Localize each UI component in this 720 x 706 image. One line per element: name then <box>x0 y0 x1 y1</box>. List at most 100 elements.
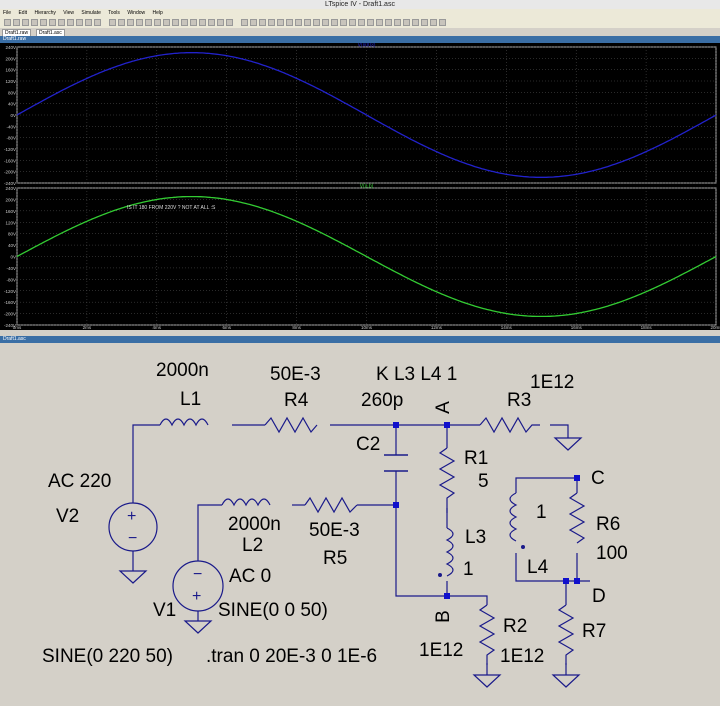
r5-value[interactable]: 50E-3 <box>309 521 360 540</box>
toolbar-button[interactable] <box>286 19 293 26</box>
waveform-viewer[interactable]: 240V 200V 160V 120V 80V 40V 0V -40V -80V -120V -16… <box>0 43 720 330</box>
toolbar-button[interactable] <box>181 19 188 26</box>
r4-value[interactable]: 50E-3 <box>270 365 321 384</box>
toolbar-button[interactable] <box>109 19 116 26</box>
c2-value[interactable]: 260p <box>361 391 403 410</box>
r4-name[interactable]: R4 <box>284 391 308 410</box>
toolbar-button[interactable] <box>145 19 152 26</box>
toolbar-button[interactable] <box>94 19 101 26</box>
menu-hierarchy[interactable]: Hierarchy <box>34 10 55 16</box>
node-d-label[interactable]: D <box>592 587 606 606</box>
menu-file[interactable]: File <box>3 10 11 16</box>
l2-value[interactable]: 2000n <box>228 515 281 534</box>
toolbar-button[interactable] <box>322 19 329 26</box>
toolbar-button[interactable] <box>76 19 83 26</box>
toolbar-button[interactable] <box>331 19 338 26</box>
menu-tools[interactable]: Tools <box>108 10 120 16</box>
toolbar-button[interactable] <box>259 19 266 26</box>
r3-value[interactable]: 1E12 <box>530 373 574 392</box>
menu-simulate[interactable]: Simulate <box>81 10 100 16</box>
toolbar-button[interactable] <box>154 19 161 26</box>
toolbar-button[interactable] <box>241 19 248 26</box>
toolbar-button[interactable] <box>430 19 437 26</box>
toolbar-button[interactable] <box>49 19 56 26</box>
waveform-pane[interactable]: 240V 200V 160V 120V 80V 40V 0V -40V -80V -120V -16… <box>4 184 717 329</box>
l4-value[interactable]: 1 <box>536 503 547 522</box>
v1-name[interactable]: V1 <box>153 601 176 620</box>
toolbar-button[interactable] <box>403 19 410 26</box>
r3-name[interactable]: R3 <box>507 391 531 410</box>
r5-name[interactable]: R5 <box>323 549 347 568</box>
waveform-pane[interactable]: 240V 200V 160V 120V 80V 40V 0V -40V -80V -120V -16… <box>4 43 717 186</box>
toolbar-button[interactable] <box>13 19 20 26</box>
toolbar-button[interactable] <box>439 19 446 26</box>
toolbar-button[interactable] <box>67 19 74 26</box>
v1-sine[interactable]: SINE(0 0 50) <box>218 601 328 620</box>
toolbar-button[interactable] <box>40 19 47 26</box>
c2-name[interactable]: C2 <box>356 435 380 454</box>
toolbar-button[interactable] <box>58 19 65 26</box>
toolbar-button[interactable] <box>349 19 356 26</box>
r7-name[interactable]: R7 <box>582 622 606 641</box>
r6-name[interactable]: R6 <box>596 515 620 534</box>
toolbar-button[interactable] <box>250 19 257 26</box>
k-directive[interactable]: K L3 L4 1 <box>376 365 457 384</box>
menu-edit[interactable]: Edit <box>18 10 27 16</box>
schematic-editor[interactable]: + − − + 2000n L1 50E-3 R4 K L3 L4 1 260p… <box>0 343 720 706</box>
v2-value[interactable]: AC 220 <box>48 472 111 491</box>
trace-label[interactable]: V(a,b) <box>360 184 374 190</box>
toolbar-button[interactable] <box>85 19 92 26</box>
toolbar-button[interactable] <box>4 19 11 26</box>
node-b-label[interactable]: B <box>433 610 454 623</box>
toolbar-button[interactable] <box>118 19 125 26</box>
l1-value[interactable]: 2000n <box>156 361 209 380</box>
menu-window[interactable]: Window <box>127 10 145 16</box>
l4-name[interactable]: L4 <box>527 558 548 577</box>
r1e12-label[interactable]: 1E12 <box>419 641 463 660</box>
toolbar-button[interactable] <box>22 19 29 26</box>
l1-name[interactable]: L1 <box>180 390 201 409</box>
toolbar-button[interactable] <box>208 19 215 26</box>
toolbar-button[interactable] <box>376 19 383 26</box>
tran-directive[interactable]: .tran 0 20E-3 0 1E-6 <box>206 647 377 666</box>
toolbar-button[interactable] <box>385 19 392 26</box>
toolbar-button[interactable] <box>127 19 134 26</box>
toolbar-button[interactable] <box>304 19 311 26</box>
inductor-l4 <box>509 492 518 542</box>
menu-help[interactable]: Help <box>153 10 163 16</box>
node-c-label[interactable]: C <box>591 469 605 488</box>
toolbar-button[interactable] <box>199 19 206 26</box>
toolbar-button[interactable] <box>277 19 284 26</box>
toolbar-button[interactable] <box>31 19 38 26</box>
r1-name[interactable]: R1 <box>464 449 488 468</box>
trace-label[interactable]: V(n003) <box>358 43 376 49</box>
l2-name[interactable]: L2 <box>242 536 263 555</box>
plot-annotation[interactable]: IS IT 180 FROM 220V ? NOT AT ALL :S <box>127 205 216 211</box>
toolbar-button[interactable] <box>412 19 419 26</box>
toolbar-button[interactable] <box>163 19 170 26</box>
toolbar-button[interactable] <box>358 19 365 26</box>
r1-value[interactable]: 5 <box>478 472 489 491</box>
toolbar-button[interactable] <box>394 19 401 26</box>
v2-name[interactable]: V2 <box>56 507 79 526</box>
v2-sine[interactable]: SINE(0 220 50) <box>42 647 173 666</box>
l3-value[interactable]: 1 <box>463 560 474 579</box>
toolbar-button[interactable] <box>217 19 224 26</box>
l3-name[interactable]: L3 <box>465 528 486 547</box>
v1-ac-value[interactable]: AC 0 <box>229 567 271 586</box>
toolbar-button[interactable] <box>136 19 143 26</box>
toolbar-button[interactable] <box>367 19 374 26</box>
toolbar-button[interactable] <box>268 19 275 26</box>
r2-name[interactable]: R2 <box>503 617 527 636</box>
toolbar-button[interactable] <box>190 19 197 26</box>
node-a-label[interactable]: A <box>433 401 454 414</box>
toolbar-button[interactable] <box>421 19 428 26</box>
r2-value[interactable]: 1E12 <box>500 647 544 666</box>
toolbar-button[interactable] <box>172 19 179 26</box>
toolbar-button[interactable] <box>340 19 347 26</box>
toolbar-button[interactable] <box>313 19 320 26</box>
toolbar-button[interactable] <box>226 19 233 26</box>
menu-view[interactable]: View <box>63 10 74 16</box>
toolbar-button[interactable] <box>295 19 302 26</box>
r6-value[interactable]: 100 <box>596 544 628 563</box>
